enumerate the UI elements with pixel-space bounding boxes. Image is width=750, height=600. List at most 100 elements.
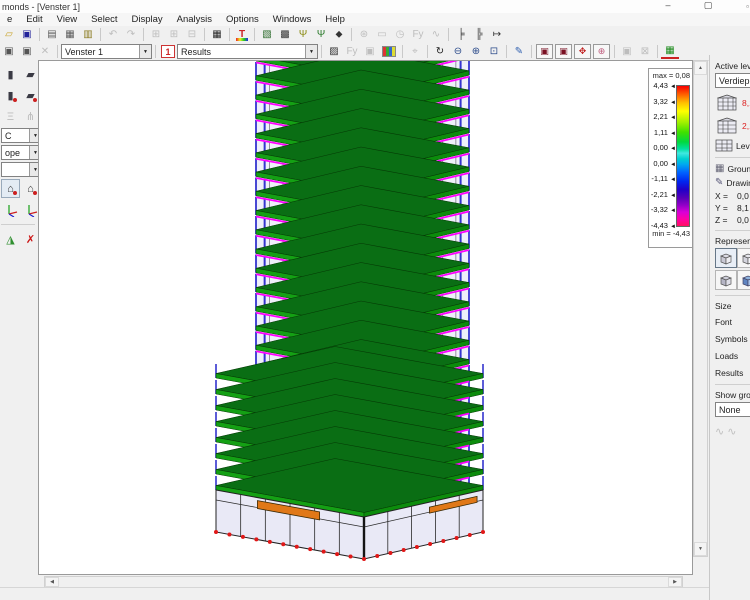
draw-beam-icon[interactable]: ▮ bbox=[1, 65, 20, 84]
close-button[interactable]: ▫ bbox=[746, 2, 749, 11]
fy-pink-icon: Fy bbox=[343, 44, 361, 59]
close-window-icon: ✕ bbox=[36, 44, 54, 59]
render-icon[interactable]: ▨ bbox=[325, 44, 343, 59]
text-colors-icon[interactable]: T bbox=[233, 27, 251, 42]
legend-arrow-icon: ◄ bbox=[670, 193, 676, 199]
chart-colors-icon[interactable] bbox=[382, 46, 396, 57]
storey-view-icon[interactable]: ⌂ bbox=[1, 179, 20, 198]
horizontal-scroll-track[interactable] bbox=[59, 577, 668, 587]
menu-item-analysis[interactable]: Analysis bbox=[170, 14, 219, 25]
left-filter-select-2[interactable]: ope▼ bbox=[1, 145, 42, 160]
left-filter-select-3[interactable]: ▼ bbox=[1, 162, 42, 177]
maximize-button[interactable]: ▢ bbox=[702, 0, 714, 11]
menu-item-view[interactable]: View bbox=[50, 14, 84, 25]
legend-arrow-icon: ◄ bbox=[670, 146, 676, 152]
left-filter-select-1[interactable]: C▼ bbox=[1, 128, 42, 143]
legend-arrow-icon: ◄ bbox=[670, 208, 676, 214]
scroll-right-icon[interactable]: ▶ bbox=[668, 577, 682, 587]
divider bbox=[1, 224, 35, 225]
building-level-icon[interactable] bbox=[715, 116, 739, 136]
window-selector[interactable]: Venster 1 ▼ bbox=[61, 44, 152, 59]
view-deform-icon[interactable]: ✥ bbox=[574, 44, 591, 59]
legend-tick-label: 4,43 ◄ bbox=[653, 81, 676, 90]
open-icon[interactable]: ▱ bbox=[0, 27, 18, 42]
menubar: eEditViewSelectDisplayAnalysisOptionsWin… bbox=[0, 13, 750, 27]
rotate-view-icon[interactable]: ↻ bbox=[431, 44, 449, 59]
ground-plan-row[interactable]: ▦ Ground bbox=[715, 163, 750, 174]
active-level-select[interactable]: Verdieping 1 ▼ bbox=[715, 73, 750, 88]
building-3d-model[interactable] bbox=[39, 61, 692, 574]
align-mid-icon[interactable]: ╠ bbox=[470, 27, 488, 42]
save-icon[interactable]: ▣ bbox=[18, 27, 36, 42]
table-results-icon[interactable]: ▦ bbox=[661, 45, 679, 59]
snap-grid-icon[interactable]: ▦ bbox=[208, 27, 226, 42]
beam-props-icon[interactable]: ▮ bbox=[1, 86, 20, 105]
menu-item-select[interactable]: Select bbox=[84, 14, 124, 25]
scroll-up-icon[interactable]: ▲ bbox=[694, 61, 707, 75]
scroll-down-icon[interactable]: ▼ bbox=[694, 542, 707, 556]
toolbar-main: ▱▣▤▦▥↶↷⊞⊞⊟▦T▧▩ΨΨ⬥⊛▭◷Fy∿╞╠↦ bbox=[0, 26, 750, 44]
toolbar-separator bbox=[531, 45, 532, 58]
size-row-symbols: Symbols bbox=[715, 332, 750, 345]
application-window: monds - [Venster 1] – ▢ ▫ eEditViewSelec… bbox=[0, 0, 750, 600]
legend-arrow-icon: ◄ bbox=[670, 162, 676, 168]
menu-item-e[interactable]: e bbox=[0, 14, 19, 25]
representation-rendered-button[interactable] bbox=[737, 270, 750, 290]
representation-hidden-line-button[interactable] bbox=[737, 248, 750, 268]
align-left-icon[interactable]: ╞ bbox=[452, 27, 470, 42]
red-accent-dot bbox=[33, 191, 37, 195]
tuning-icon[interactable]: Ψ bbox=[294, 27, 312, 42]
table-icon[interactable]: ▩ bbox=[276, 27, 294, 42]
vertical-scrollbar[interactable]: ▲ ▼ bbox=[693, 60, 708, 557]
view-solid-icon[interactable]: ▣ bbox=[536, 44, 553, 59]
view-wire-icon[interactable]: ▣ bbox=[555, 44, 572, 59]
representation-shaded-button[interactable] bbox=[715, 270, 737, 290]
building-levels-icon[interactable] bbox=[715, 93, 739, 113]
chevron-down-icon: ▼ bbox=[139, 45, 151, 58]
zoom-out-icon[interactable]: ⊖ bbox=[449, 44, 467, 59]
window-selector-value: Venster 1 bbox=[65, 47, 103, 57]
menu-item-edit[interactable]: Edit bbox=[19, 14, 49, 25]
divider bbox=[715, 157, 750, 158]
level-height-row: 8,1 bbox=[715, 93, 750, 113]
representation-wireframe-button[interactable] bbox=[715, 248, 737, 268]
measure-icon[interactable]: ✎ bbox=[510, 44, 528, 59]
align-send-icon[interactable]: ↦ bbox=[488, 27, 506, 42]
legend-tick-label: 0,00 ◄ bbox=[653, 159, 676, 168]
model-canvas[interactable]: max = 0,08 4,43 ◄3,32 ◄2,21 ◄1,11 ◄0,00 … bbox=[38, 60, 693, 575]
results-selector[interactable]: Results▼ bbox=[177, 44, 318, 59]
drop-icon[interactable]: ⬥ bbox=[330, 27, 348, 42]
legend-max-value: max = 0,08 bbox=[649, 69, 693, 80]
size-row-loads: Loads bbox=[715, 349, 750, 362]
print-preview-icon[interactable]: ▤ bbox=[43, 27, 61, 42]
page-number-icon[interactable]: 1 bbox=[161, 45, 175, 58]
tuning-green-icon[interactable]: Ψ bbox=[312, 27, 330, 42]
menu-item-help[interactable]: Help bbox=[318, 14, 352, 25]
zoom-in-icon[interactable]: ⊕ bbox=[467, 44, 485, 59]
zoom-fit-icon[interactable]: ⊡ bbox=[485, 44, 503, 59]
axes-a-icon[interactable] bbox=[1, 200, 20, 219]
scroll-left-icon[interactable]: ◀ bbox=[45, 577, 59, 587]
cascade-windows-icon[interactable]: ▣ bbox=[0, 44, 18, 59]
view-inspect-icon[interactable]: ⊕ bbox=[593, 44, 610, 59]
menu-item-display[interactable]: Display bbox=[125, 14, 170, 25]
minimize-button[interactable]: – bbox=[662, 0, 674, 11]
legend-arrow-icon: ◄ bbox=[670, 224, 676, 230]
coordinate-row-z: Z =0,0 bbox=[715, 215, 750, 225]
show-groups-value: None bbox=[719, 405, 741, 415]
tile-windows-icon[interactable]: ▣ bbox=[18, 44, 36, 59]
menu-item-windows[interactable]: Windows bbox=[266, 14, 319, 25]
results-window-icon[interactable]: ▧ bbox=[258, 27, 276, 42]
menu-item-options[interactable]: Options bbox=[219, 14, 266, 25]
vertical-scroll-track[interactable] bbox=[694, 75, 707, 542]
coord-label: X = bbox=[715, 191, 737, 201]
print-icon[interactable]: ▦ bbox=[61, 27, 79, 42]
level-manager-row[interactable]: Level m bbox=[715, 139, 750, 152]
drawing-row[interactable]: ✎ Drawing bbox=[715, 177, 750, 188]
print-settings-icon[interactable]: ▥ bbox=[79, 27, 97, 42]
toolbar-view: ▣▣✕Venster 1▼1Results▼▨Fy▣⌖↻⊖⊕⊡✎▣▣✥⊕▣⊠▦ bbox=[0, 43, 750, 61]
level-manager-label: Level m bbox=[736, 141, 750, 151]
show-groups-select[interactable]: None ▼ bbox=[715, 402, 750, 417]
legend-tick-label: -2,21 ◄ bbox=[651, 190, 676, 199]
diagram-icon[interactable]: ◮ bbox=[1, 230, 20, 249]
